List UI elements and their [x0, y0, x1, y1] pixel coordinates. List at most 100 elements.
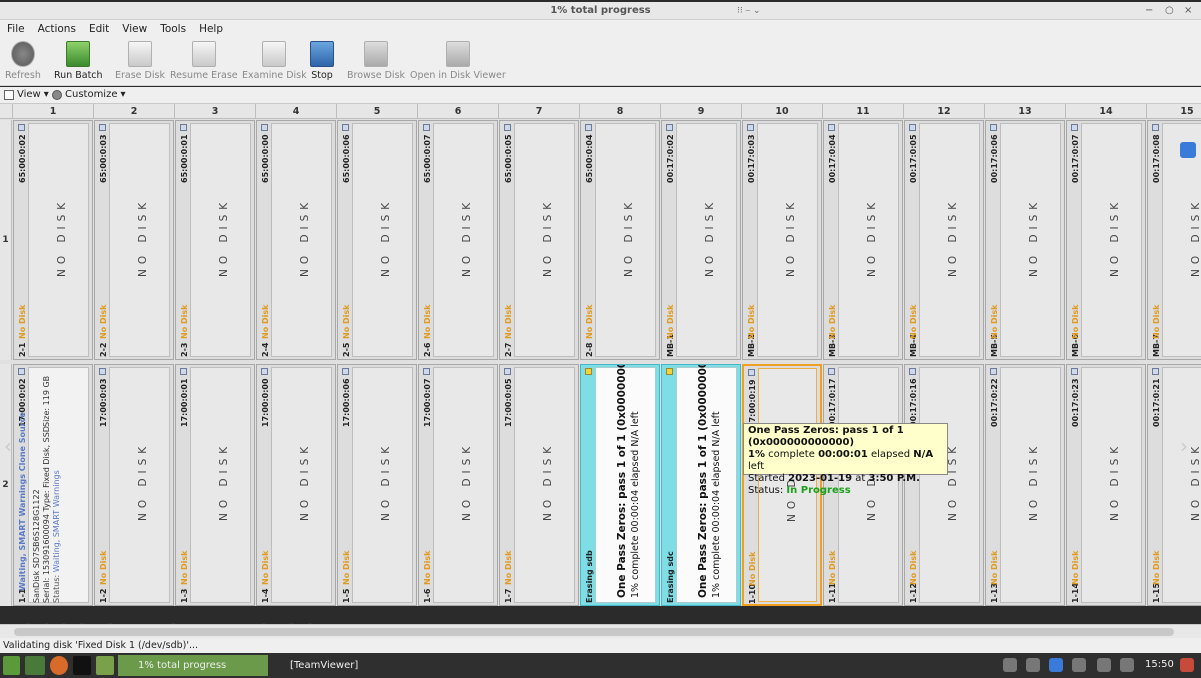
disk-bay-cell[interactable]: NO DISK 65:00:0:07 2-6 No Disk: [418, 120, 498, 360]
disk-bay-cell[interactable]: NO DISK 00:17:0:07 MB-6 No Disk: [1066, 120, 1146, 360]
erasing-label: Erasing sdc: [666, 551, 675, 603]
disk-bay-cell[interactable]: NO DISK 00:17:0:21 1-15 No Disk: [1147, 364, 1201, 606]
disk-bay-cell[interactable]: NO DISK 00:17:0:03 MB-2 No Disk: [742, 120, 822, 360]
menu-file[interactable]: File: [7, 23, 25, 35]
open-disk-viewer-button[interactable]: Open in Disk Viewer: [410, 40, 506, 81]
display-icon[interactable]: [1026, 658, 1040, 672]
disk-bay-cell[interactable]: NO DISK 17:00:0:01 1-3 No Disk: [175, 364, 255, 606]
scroll-left-icon[interactable]: ‹: [4, 434, 12, 458]
taskbar-window-teamviewer[interactable]: [TeamViewer]: [270, 655, 430, 676]
disk-bay-cell[interactable]: NO DISK 65:00:0:05 2-7 No Disk: [499, 120, 579, 360]
scroll-right-icon[interactable]: ›: [1180, 434, 1188, 458]
disk-bay-cell[interactable]: NO DISK 17:00:0:00 1-4 No Disk: [256, 364, 336, 606]
clock: 15:50: [1145, 659, 1174, 670]
desktop-icon[interactable]: [25, 656, 45, 675]
bay-checkbox[interactable]: [423, 368, 430, 375]
disk-bay-cell[interactable]: NO DISK 65:00:0:00 2-4 No Disk: [256, 120, 336, 360]
power-icon[interactable]: [1180, 658, 1194, 672]
stop-button[interactable]: Stop: [310, 40, 334, 81]
source-disk-cell[interactable]: 17:00:0:02 1-1 Waiting, SMART Warnings Clo…: [13, 364, 93, 606]
disk-bay-cell[interactable]: NO DISK 65:00:0:02 2-1 No Disk: [13, 120, 93, 360]
menu-tools[interactable]: Tools: [160, 23, 186, 35]
horizontal-scrollbar[interactable]: [0, 624, 1201, 638]
erasing-disk-cell[interactable]: One Pass Zeros: pass 1 of 1 (0x000000000…: [580, 364, 660, 606]
bay-checkbox[interactable]: [828, 124, 835, 131]
erasing-disk-cell[interactable]: One Pass Zeros: pass 1 of 1 (0x000000000…: [661, 364, 741, 606]
disk-bay-cell[interactable]: NO DISK 65:00:0:04 2-8 No Disk: [580, 120, 660, 360]
disk-bay-cell[interactable]: NO DISK 17:00:0:03 1-2 No Disk: [94, 364, 174, 606]
minimize-icon[interactable]: −: [1145, 2, 1153, 20]
disk-bay-cell[interactable]: NO DISK 00:17:0:05 MB-4 No Disk: [904, 120, 984, 360]
shield-icon[interactable]: [1003, 658, 1017, 672]
disk-bay-cell[interactable]: NO DISK 17:00:0:07 1-6 No Disk: [418, 364, 498, 606]
disk-bay-cell[interactable]: NO DISK 00:17:0:06 MB-5 No Disk: [985, 120, 1065, 360]
disk-bay-cell[interactable]: NO DISK 65:00:0:01 2-3 No Disk: [175, 120, 255, 360]
customize-dropdown[interactable]: Customize ▾: [52, 89, 126, 100]
browse-disk-button[interactable]: Browse Disk: [347, 40, 405, 81]
menu-view[interactable]: View: [122, 23, 147, 35]
terminal-icon[interactable]: [73, 656, 91, 675]
disk-bay-cell[interactable]: NO DISK 17:00:0:05 1-7 No Disk: [499, 364, 579, 606]
disk-bay-cell[interactable]: NO DISK 17:00:0:06 1-5 No Disk: [337, 364, 417, 606]
erase-disk-button[interactable]: Erase Disk: [115, 40, 165, 81]
disk-bay-cell[interactable]: NO DISK 65:00:0:06 2-5 No Disk: [337, 120, 417, 360]
bay-checkbox[interactable]: [666, 124, 673, 131]
bay-checkbox[interactable]: [18, 368, 25, 375]
menu-actions[interactable]: Actions: [38, 23, 76, 35]
bay-checkbox[interactable]: [180, 368, 187, 375]
files-icon[interactable]: [96, 656, 114, 675]
teamviewer-side-icon[interactable]: [1180, 142, 1196, 158]
bay-checkbox[interactable]: [342, 124, 349, 131]
bell-icon[interactable]: [1072, 658, 1086, 672]
bay-checkbox[interactable]: [1071, 124, 1078, 131]
bay-checkbox[interactable]: [99, 368, 106, 375]
bay-checkbox[interactable]: [990, 124, 997, 131]
window-layout-icon[interactable]: ⁝⁝ ⎯ ⌄: [737, 2, 761, 20]
toolbar: Refresh Run Batch Erase Disk Resume Eras…: [0, 38, 1201, 86]
restore-icon[interactable]: ○: [1165, 2, 1174, 20]
resume-erase-button[interactable]: Resume Erase: [170, 40, 238, 81]
bay-checkbox[interactable]: [261, 124, 268, 131]
network-icon[interactable]: [1097, 658, 1111, 672]
menu-help[interactable]: Help: [199, 23, 223, 35]
bay-checkbox[interactable]: [909, 368, 916, 375]
bay-checkbox[interactable]: [909, 124, 916, 131]
bay-checkbox[interactable]: [748, 369, 755, 376]
bay-checkbox[interactable]: [1152, 368, 1159, 375]
disk-bay-cell[interactable]: NO DISK 00:17:0:23 1-14 No Disk: [1066, 364, 1146, 606]
bay-checkbox[interactable]: [828, 368, 835, 375]
view-dropdown[interactable]: View ▾: [4, 89, 49, 100]
bay-checkbox[interactable]: [585, 124, 592, 131]
examine-disk-button[interactable]: Examine Disk: [242, 40, 307, 81]
disk-bay-cell[interactable]: NO DISK 00:17:0:04 MB-3 No Disk: [823, 120, 903, 360]
menu-edit[interactable]: Edit: [89, 23, 109, 35]
teamviewer-icon[interactable]: [1049, 658, 1063, 672]
bay-checkbox[interactable]: [504, 368, 511, 375]
scrollbar-thumb[interactable]: [14, 628, 1174, 636]
bay-checkbox[interactable]: [747, 124, 754, 131]
bay-checkbox[interactable]: [423, 124, 430, 131]
firefox-icon[interactable]: [50, 656, 68, 675]
bay-checkbox[interactable]: [1071, 368, 1078, 375]
no-disk-label: No Disk: [990, 304, 999, 339]
disk-bay-cell[interactable]: NO DISK 65:00:0:03 2-2 No Disk: [94, 120, 174, 360]
bay-checkbox[interactable]: [261, 368, 268, 375]
bay-checkbox[interactable]: [585, 368, 592, 375]
volume-icon[interactable]: [1120, 658, 1134, 672]
no-disk-text: NO DISK: [380, 197, 392, 277]
disk-bay-cell[interactable]: NO DISK 00:17:0:02 MB-1 No Disk: [661, 120, 741, 360]
refresh-button[interactable]: Refresh: [5, 40, 41, 81]
bay-checkbox[interactable]: [342, 368, 349, 375]
close-icon[interactable]: ×: [1184, 2, 1192, 20]
bay-checkbox[interactable]: [666, 368, 673, 375]
taskbar-window-active[interactable]: 1% total progress: [118, 655, 268, 676]
bay-checkbox[interactable]: [1152, 124, 1159, 131]
bay-checkbox[interactable]: [990, 368, 997, 375]
start-menu-icon[interactable]: [3, 656, 20, 675]
bay-checkbox[interactable]: [504, 124, 511, 131]
bay-checkbox[interactable]: [18, 124, 25, 131]
disk-bay-cell[interactable]: NO DISK 00:17:0:22 1-13 No Disk: [985, 364, 1065, 606]
run-batch-button[interactable]: Run Batch: [54, 40, 103, 81]
bay-checkbox[interactable]: [99, 124, 106, 131]
bay-checkbox[interactable]: [180, 124, 187, 131]
